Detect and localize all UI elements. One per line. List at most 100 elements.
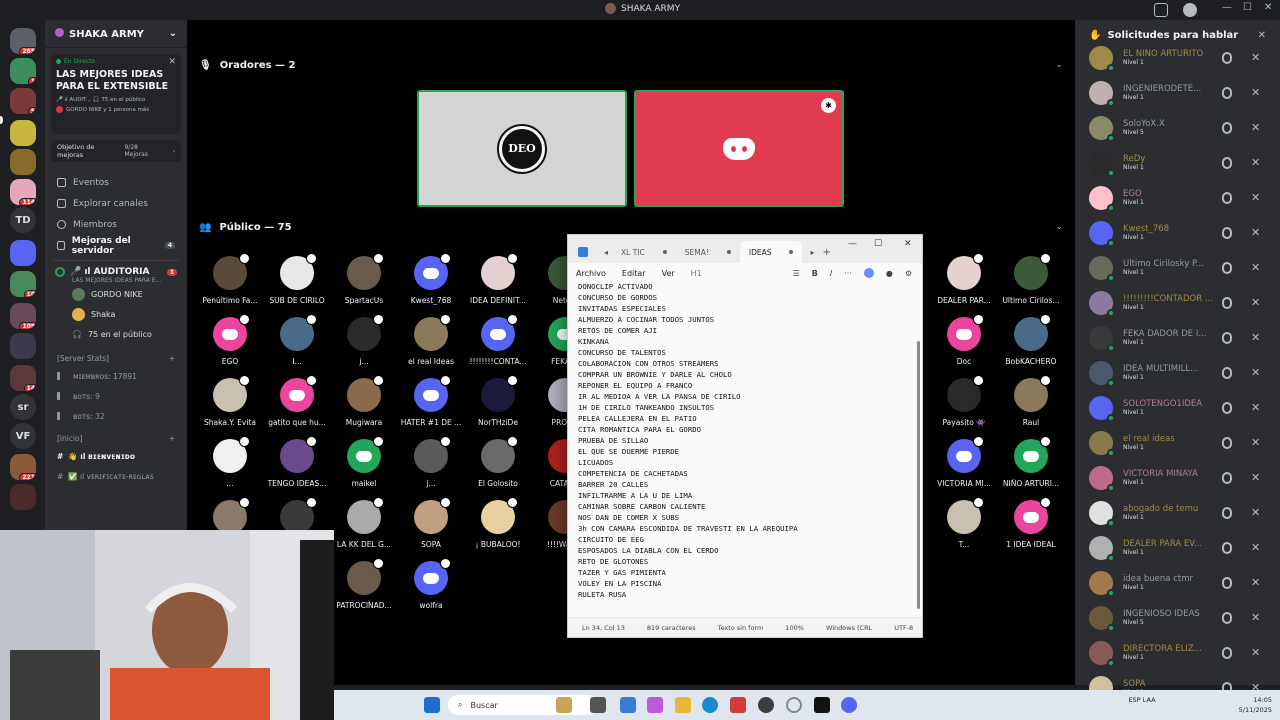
stage-user[interactable]: Shaka (55, 304, 177, 324)
dismiss-request-icon[interactable]: ✕ (1251, 541, 1260, 554)
speak-request-row[interactable]: SOLOTENGO1IDEA Nivel 1 ✕ (1075, 390, 1280, 425)
guild-header[interactable]: SHAKA ARMY ⌄ (45, 20, 187, 48)
invite-to-speak-icon[interactable] (1222, 401, 1232, 414)
boost-goal[interactable]: Objetivo de mejoras 9/28 Mejoras › (51, 140, 181, 162)
audience-member[interactable]: j... (398, 436, 464, 499)
server-icon[interactable]: 114 (10, 179, 36, 205)
taskbar-search[interactable]: ⌕ Buscar (448, 695, 598, 715)
audience-member[interactable]: NIÑO ARTURI... (998, 436, 1064, 499)
server-icon-sr[interactable]: sr (10, 394, 36, 420)
inbox-icon[interactable] (1154, 3, 1168, 17)
server-icon-active[interactable]: 10 (10, 271, 36, 297)
stat-channel[interactable]: ᴍɪᴇᴍʙʀᴏs: 17891 (45, 366, 187, 386)
server-folder-icon[interactable] (10, 240, 36, 266)
audience-member[interactable]: I... (264, 314, 330, 377)
speak-request-row[interactable]: DIRECTORA ELIZ... Nivel 1 ✕ (1075, 635, 1280, 670)
close-icon[interactable]: ✕ (1258, 30, 1266, 41)
category-inicio[interactable]: [inicio] + (45, 426, 187, 446)
stage-channel[interactable]: 🎤 ıl AUDITORIA 1 LAS MEJORES IDEAS PARA E… (45, 265, 187, 346)
obs-icon[interactable] (758, 697, 774, 713)
speak-request-row[interactable]: IDEA MULTIMILL... Nivel 1 ✕ (1075, 355, 1280, 390)
channel-bienvenido[interactable]: # 👋 ıl ʙɪᴇɴᴠᴇɴɪᴅᴏ (45, 446, 187, 466)
server-icon-vf[interactable]: VF (10, 423, 36, 449)
invite-to-speak-icon[interactable] (1222, 576, 1232, 589)
maximize-button[interactable]: ☐ (874, 239, 882, 249)
copilot-taskbar-icon[interactable] (647, 697, 663, 713)
stat-channel[interactable]: ʙᴏᴛs: 32 (45, 406, 187, 426)
audience-member[interactable]: 1 IDEA IDEAL (998, 497, 1064, 560)
plus-icon[interactable]: + (169, 354, 175, 363)
tab-ideas[interactable]: IDEAS (739, 241, 803, 263)
app-icon[interactable] (730, 697, 746, 713)
server-icon[interactable]: 5 (10, 88, 36, 114)
speak-request-row[interactable]: Ultimo Cirilosky P... Nivel 1 ✕ (1075, 250, 1280, 285)
edge-icon[interactable] (702, 697, 718, 713)
speaker-tile[interactable]: ✱ (634, 90, 844, 207)
audience-member[interactable]: Kwest_768 (398, 253, 464, 316)
invite-to-speak-icon[interactable] (1222, 366, 1232, 379)
audience-member[interactable]: TENGO IDEAS... (264, 436, 330, 499)
dismiss-request-icon[interactable]: ✕ (1251, 331, 1260, 344)
speak-request-row[interactable]: INGENIOSO IDEAS Nivel 5 ✕ (1075, 600, 1280, 635)
audience-member[interactable]: EGO (197, 314, 263, 377)
server-icon-dm[interactable]: 285 (10, 28, 36, 54)
audience-member[interactable]: HATER #1 DE ... (398, 375, 464, 438)
new-tab-icon[interactable]: + (823, 247, 831, 258)
server-icon[interactable]: 14 (10, 365, 36, 391)
close-window-button[interactable]: ✕ (1264, 2, 1272, 13)
dismiss-request-icon[interactable]: ✕ (1251, 51, 1260, 64)
speak-request-row[interactable]: DEALER PARA EV... Nivel 1 ✕ (1075, 530, 1280, 565)
invite-to-speak-icon[interactable] (1222, 121, 1232, 134)
invite-to-speak-icon[interactable] (1222, 261, 1232, 274)
audience-member[interactable]: El Golosito (465, 436, 531, 499)
audience-member[interactable]: maikel (331, 436, 397, 499)
server-icon[interactable] (10, 120, 36, 146)
menu-ver[interactable]: Ver (662, 269, 675, 278)
audience-member[interactable]: DEALER PAR... (931, 253, 997, 316)
notepad-taskbar-icon[interactable] (620, 697, 636, 713)
collapse-audience-icon[interactable]: ⌄ (1055, 222, 1063, 232)
dismiss-request-icon[interactable]: ✕ (1251, 366, 1260, 379)
speak-request-row[interactable]: idea buena ctmr Nivel 1 ✕ (1075, 565, 1280, 600)
nav-server-boost[interactable]: Mejoras del servidor 4 (45, 235, 187, 256)
category-server-stats[interactable]: [Server Stats] + (45, 346, 187, 366)
audience-member[interactable]: el real Ideas (398, 314, 464, 377)
invite-to-speak-icon[interactable] (1222, 331, 1232, 344)
server-icon-td[interactable]: TD (10, 207, 36, 233)
invite-to-speak-icon[interactable] (1222, 506, 1232, 519)
stage-audience[interactable]: 🎧 75 en el público (55, 324, 177, 344)
account-icon[interactable]: ● (886, 269, 893, 278)
audience-member[interactable]: SOPA (398, 497, 464, 560)
audience-member[interactable]: NorTHziDe (465, 375, 531, 438)
dismiss-request-icon[interactable]: ✕ (1251, 471, 1260, 484)
speak-request-row[interactable]: abogado de temu Nivel 1 ✕ (1075, 495, 1280, 530)
dismiss-request-icon[interactable]: ✕ (1251, 576, 1260, 589)
audience-member[interactable]: Raul (998, 375, 1064, 438)
audience-member[interactable]: ... (197, 436, 263, 499)
list-icon[interactable]: ☰ (793, 269, 800, 278)
server-icon[interactable] (10, 484, 36, 510)
invite-to-speak-icon[interactable] (1222, 646, 1232, 659)
audience-member[interactable]: wolfra (398, 558, 464, 621)
widgets-icon[interactable] (556, 697, 572, 713)
channel-verificate[interactable]: # ✅ ıl ᴠᴇʀɪғɪᴄᴀᴛᴇ-ʀᴇɢʟᴀs (45, 466, 187, 486)
server-icon[interactable]: 109 (10, 303, 36, 329)
bold-icon[interactable]: B (812, 269, 818, 278)
capcut-icon[interactable] (814, 697, 830, 713)
dismiss-request-icon[interactable]: ✕ (1251, 121, 1260, 134)
dismiss-request-icon[interactable]: ✕ (1251, 261, 1260, 274)
menu-editar[interactable]: Editar (622, 269, 646, 278)
speak-request-row[interactable]: ReDy Nivel 1 ✕ (1075, 145, 1280, 180)
audience-member[interactable]: LA KK DEL G... (331, 497, 397, 560)
invite-to-speak-icon[interactable] (1222, 541, 1232, 554)
dismiss-request-icon[interactable]: ✕ (1251, 506, 1260, 519)
minimize-button[interactable]: — (1222, 2, 1232, 13)
speaker-tile[interactable]: DEO (417, 90, 627, 207)
audience-member[interactable]: Penúltimo Fa... (197, 253, 263, 316)
speak-request-row[interactable]: EL NIÑO ARTURITO Nivel 1 ✕ (1075, 40, 1280, 75)
system-clock[interactable]: ESP LAA 14:05 5/11/2025 (1128, 695, 1272, 715)
live-stage-card[interactable]: En Directo LAS MEJORES IDEAS PARA EL EXT… (51, 54, 181, 134)
speak-request-row[interactable]: Kwest_768 Nivel 1 ✕ (1075, 215, 1280, 250)
speak-request-row[interactable]: EGO Nivel 1 ✕ (1075, 180, 1280, 215)
invite-to-speak-icon[interactable] (1222, 191, 1232, 204)
